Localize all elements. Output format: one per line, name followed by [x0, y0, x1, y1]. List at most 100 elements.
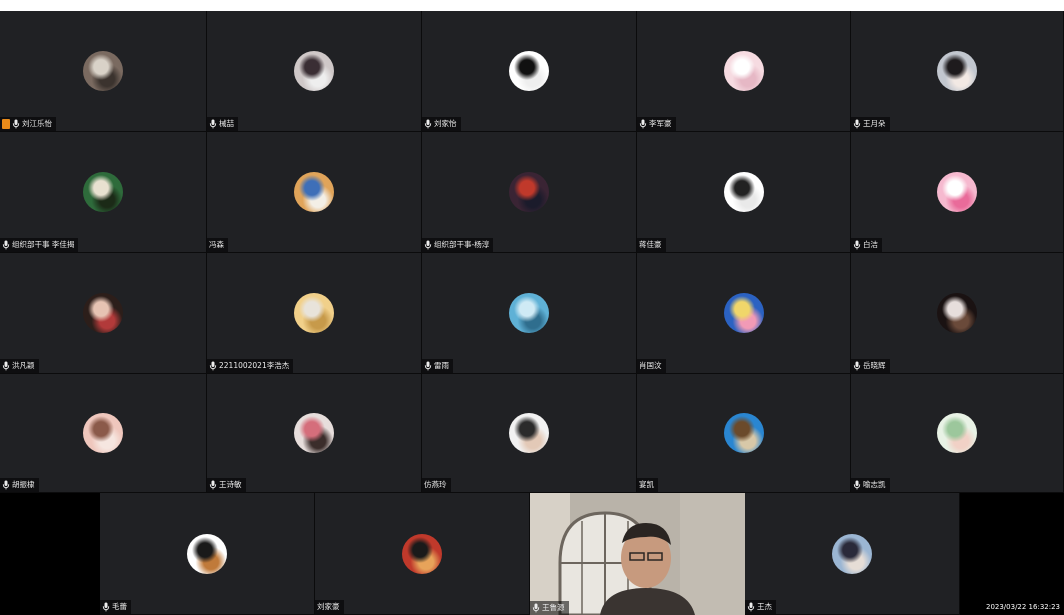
- participant-tile[interactable]: 喻志凯: [851, 374, 1064, 493]
- mic-icon[interactable]: [853, 361, 861, 371]
- participant-name: 白洁: [863, 240, 878, 249]
- participant-avatar: [294, 413, 334, 453]
- participant-tile[interactable]: 组织部干事 李佳揭: [0, 132, 207, 253]
- mic-icon[interactable]: [424, 361, 432, 371]
- participant-name: 王杰: [757, 602, 772, 611]
- participant-tile[interactable]: 王月朵: [851, 11, 1064, 132]
- mic-icon[interactable]: [2, 361, 10, 371]
- participant-name: 组织部干事 李佳揭: [12, 240, 75, 249]
- mic-icon[interactable]: [747, 602, 755, 612]
- participant-name: 喻志凯: [863, 480, 886, 489]
- participant-tile[interactable]: 王杰: [745, 493, 960, 615]
- participant-camera-tile[interactable]: 王鲁源: [530, 493, 745, 615]
- participant-namebar: 2211002021李浩杰: [207, 359, 294, 373]
- mic-icon[interactable]: [853, 480, 861, 490]
- participant-avatar: [832, 533, 872, 574]
- participant-avatar: [509, 413, 549, 453]
- participant-avatar: [509, 51, 549, 91]
- participant-tile[interactable]: 雷雨: [422, 253, 637, 374]
- mic-icon[interactable]: [102, 602, 110, 612]
- participant-tile[interactable]: 刘家怡: [422, 11, 637, 132]
- mic-icon[interactable]: [209, 480, 217, 490]
- participant-avatar: [937, 293, 977, 333]
- participant-tile[interactable]: 王诗敏: [207, 374, 422, 493]
- participant-tile[interactable]: 蒋佳豪: [637, 132, 851, 253]
- participant-tile[interactable]: 李军豪: [637, 11, 851, 132]
- mic-icon[interactable]: [2, 240, 10, 250]
- mic-icon[interactable]: [639, 119, 647, 129]
- mic-icon[interactable]: [853, 119, 861, 129]
- participant-avatar: [723, 293, 764, 333]
- participant-tile[interactable]: 刘江乐怡: [0, 11, 207, 132]
- mic-icon[interactable]: [424, 119, 432, 129]
- participant-tile[interactable]: 仿燕玲: [422, 374, 637, 493]
- participant-namebar: 王月朵: [851, 117, 890, 131]
- participant-tile[interactable]: 2211002021李浩杰: [207, 253, 422, 374]
- participant-tile[interactable]: 洪凡颖: [0, 253, 207, 374]
- participant-avatar: [937, 172, 977, 212]
- mic-icon[interactable]: [424, 240, 432, 250]
- participant-avatar: [509, 172, 549, 212]
- participant-name: 仿燕玲: [424, 480, 447, 489]
- participant-name: 肖国汶: [639, 361, 662, 370]
- participant-name: 蒋佳豪: [639, 240, 662, 249]
- participant-namebar: 刘家豪: [315, 600, 344, 614]
- participant-name: 岳晓辉: [863, 361, 886, 370]
- host-badge-icon: [2, 119, 10, 129]
- participant-avatar: [83, 413, 123, 453]
- participant-name: 2211002021李浩杰: [219, 361, 290, 370]
- mic-icon[interactable]: [12, 119, 20, 129]
- participant-namebar: 洪凡颖: [0, 359, 39, 373]
- mic-icon[interactable]: [209, 119, 217, 129]
- camera-video-feed: [530, 493, 745, 615]
- participant-namebar: 宴凯: [637, 478, 658, 492]
- participant-tile[interactable]: 组织部干事-杨淳: [422, 132, 637, 253]
- participant-tile[interactable]: 刘家豪: [315, 493, 530, 615]
- participant-avatar: [294, 172, 334, 212]
- participant-avatar: [723, 51, 764, 91]
- mic-icon[interactable]: [853, 240, 861, 250]
- participant-namebar: 雷雨: [422, 359, 453, 373]
- participant-name: 王鲁源: [542, 603, 565, 612]
- participant-namebar: 毛蕾: [100, 600, 131, 614]
- participant-tile[interactable]: 白洁: [851, 132, 1064, 253]
- participant-name: 宴凯: [639, 480, 654, 489]
- participant-tile[interactable]: 胡振棣: [0, 374, 207, 493]
- participant-tile[interactable]: 宴凯: [637, 374, 851, 493]
- participant-name: 洪凡颖: [12, 361, 35, 370]
- participant-tile[interactable]: 岳晓辉: [851, 253, 1064, 374]
- participant-namebar: 刘江乐怡: [0, 117, 56, 131]
- participant-avatar: [83, 172, 123, 212]
- participant-namebar: 李军豪: [637, 117, 676, 131]
- participant-namebar: 组织部干事-杨淳: [422, 238, 494, 252]
- participant-avatar: [509, 293, 549, 333]
- participant-avatar: [83, 51, 123, 91]
- participant-tile[interactable]: 冯森: [207, 132, 422, 253]
- mic-icon[interactable]: [209, 361, 217, 371]
- participant-name: 刘江乐怡: [22, 119, 52, 128]
- mic-icon[interactable]: [532, 603, 540, 613]
- participant-tile[interactable]: 毛蕾: [100, 493, 315, 615]
- participant-name: 雷雨: [434, 361, 449, 370]
- participant-namebar: 蒋佳豪: [637, 238, 666, 252]
- participant-namebar: 械喆: [207, 117, 238, 131]
- participant-name: 毛蕾: [112, 602, 127, 611]
- participant-tile[interactable]: 肖国汶: [637, 253, 851, 374]
- participant-avatar: [187, 533, 227, 574]
- participant-name: 冯森: [209, 240, 224, 249]
- participant-namebar: 冯森: [207, 238, 228, 252]
- participant-name: 王月朵: [863, 119, 886, 128]
- participant-avatar: [294, 51, 334, 91]
- participant-name: 李军豪: [649, 119, 672, 128]
- participant-namebar: 胡振棣: [0, 478, 39, 492]
- participant-namebar: 王杰: [745, 600, 776, 614]
- participant-avatar: [402, 533, 442, 574]
- video-grid: 刘江乐怡 械喆 刘家怡 李军豪 王月朵组织部干事 李佳揭 冯森 组织部干事-杨淳 蒋佳豪 白洁洪…: [0, 11, 1064, 493]
- participant-namebar: 刘家怡: [422, 117, 461, 131]
- mic-icon[interactable]: [2, 480, 10, 490]
- participant-tile[interactable]: 械喆: [207, 11, 422, 132]
- participant-name: 械喆: [219, 119, 234, 128]
- participant-namebar: 肖国汶: [637, 359, 666, 373]
- participant-avatar: [294, 293, 334, 333]
- participant-namebar: 仿燕玲: [422, 478, 451, 492]
